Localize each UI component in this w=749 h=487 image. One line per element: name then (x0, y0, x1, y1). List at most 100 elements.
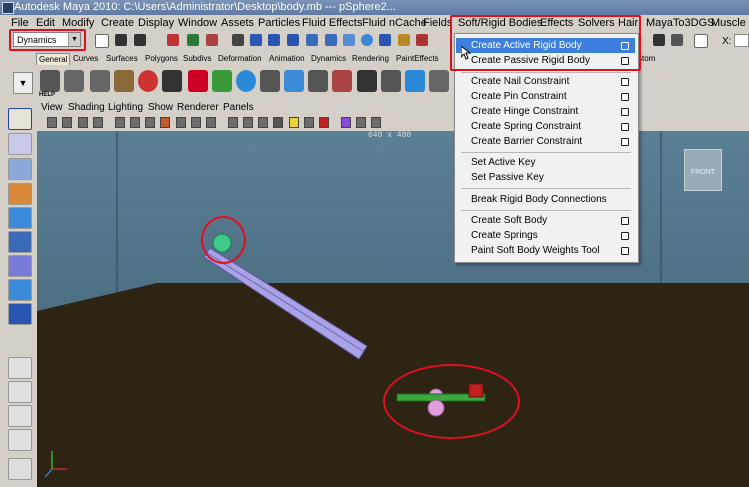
shelf-tab-dynamics[interactable]: Dynamics (309, 53, 348, 64)
lasso-icon[interactable] (8, 133, 32, 155)
shelf-tab-surfaces[interactable]: Surfaces (104, 53, 140, 64)
option-box-icon[interactable] (621, 123, 629, 131)
shelf-tab-rendering[interactable]: Rendering (350, 53, 391, 64)
layout-outliner-icon[interactable] (8, 429, 32, 451)
menu-item-create-pin-constraint[interactable]: Create Pin Constraint (456, 89, 635, 104)
option-box-icon[interactable] (621, 93, 629, 101)
make-live-icon[interactable] (306, 34, 318, 46)
ambient-occlusion-icon[interactable] (356, 117, 366, 128)
menu-item-break-rigid-body-connections[interactable]: Break Rigid Body Connections (456, 192, 635, 207)
render-settings-icon[interactable] (398, 34, 410, 46)
menu-muscle[interactable]: Muscle (711, 17, 746, 29)
shelf-tab-curves[interactable]: Curves (71, 53, 100, 64)
motion-blur-icon[interactable] (371, 117, 381, 128)
particle-tool-icon[interactable] (138, 70, 158, 92)
option-box-icon[interactable] (621, 247, 629, 255)
panel-menu-shading[interactable]: Shading (68, 102, 105, 113)
scale-icon[interactable] (8, 231, 32, 253)
smooth-shade-icon[interactable] (191, 117, 201, 128)
shelf-menu-icon[interactable]: ▼ (13, 72, 33, 94)
field-icon[interactable] (284, 70, 304, 92)
camera-attributes-icon[interactable] (62, 117, 72, 128)
panel-menu-show[interactable]: Show (148, 102, 173, 113)
safe-action-icon[interactable] (160, 117, 170, 128)
paint-select-icon[interactable] (8, 158, 32, 180)
select-tool-icon[interactable] (64, 70, 84, 92)
shadows-icon[interactable] (304, 117, 314, 128)
wireframe-on-shaded-icon[interactable] (206, 117, 216, 128)
layout-two-icon[interactable] (8, 405, 32, 427)
fluid-icon[interactable] (308, 70, 328, 92)
panel-menu-lighting[interactable]: Lighting (108, 102, 143, 113)
menu-create[interactable]: Create (101, 17, 134, 29)
menu-item-set-active-key[interactable]: Set Active Key (456, 155, 635, 170)
menu-mayato3dgs[interactable]: MayaTo3DGS (646, 17, 714, 29)
lasso-tool-icon[interactable] (90, 70, 110, 92)
menu-item-set-passive-key[interactable]: Set Passive Key (456, 170, 635, 185)
rigid-body-icon[interactable] (236, 70, 256, 92)
film-gate-icon[interactable] (130, 117, 140, 128)
panel-menu-renderer[interactable]: Renderer (177, 102, 219, 113)
menu-item-create-soft-body[interactable]: Create Soft Body (456, 213, 635, 228)
shelf-tab-subdivs[interactable]: Subdivs (181, 53, 213, 64)
open-scene-icon[interactable] (115, 34, 127, 46)
shelf-tab-animation[interactable]: Animation (267, 53, 307, 64)
view-cube[interactable]: FRONT (684, 149, 722, 191)
grid-icon[interactable] (115, 117, 125, 128)
menu-item-paint-soft-body-weights-tool[interactable]: Paint Soft Body Weights Tool (456, 243, 635, 258)
render-icon[interactable] (361, 34, 373, 46)
construction-icon[interactable] (343, 34, 355, 46)
image-plane-icon[interactable] (93, 117, 103, 128)
snap-grid-icon[interactable] (232, 34, 244, 46)
textured-icon[interactable] (258, 117, 268, 128)
layout-single-icon[interactable] (8, 357, 32, 379)
use-all-lights-icon[interactable] (273, 117, 283, 128)
menu-item-create-hinge-constraint[interactable]: Create Hinge Constraint (456, 104, 635, 119)
flame-icon[interactable] (8, 458, 32, 480)
shelf-tab-deformation[interactable]: Deformation (216, 53, 264, 64)
panel-menu-panels[interactable]: Panels (223, 102, 254, 113)
hypershade-icon[interactable] (416, 34, 428, 46)
ipr-render-icon[interactable] (379, 34, 391, 46)
script-editor-icon[interactable] (357, 70, 377, 92)
select-arrow-icon[interactable] (8, 108, 32, 130)
shelf-tab-polygons[interactable]: Polygons (143, 53, 180, 64)
menu-edit[interactable]: Edit (36, 17, 55, 29)
isolate-icon[interactable] (319, 117, 329, 128)
move-icon[interactable] (8, 183, 32, 205)
menu-assets[interactable]: Assets (221, 17, 254, 29)
soft-modification-icon[interactable] (8, 279, 32, 301)
select-hierarchy-icon[interactable] (167, 34, 179, 46)
menu-particles[interactable]: Particles (258, 17, 300, 29)
menu-item-create-barrier-constraint[interactable]: Create Barrier Constraint (456, 134, 635, 149)
question-icon[interactable] (40, 70, 60, 92)
hair-icon[interactable] (405, 70, 425, 92)
menu-window[interactable]: Window (178, 17, 217, 29)
x-field-input[interactable] (734, 34, 749, 47)
menu-display[interactable]: Display (138, 17, 174, 29)
camera-icon[interactable] (653, 34, 665, 46)
backface-icon[interactable] (243, 117, 253, 128)
menu-fluid-effects[interactable]: Fluid Effects (302, 17, 362, 29)
option-box-icon[interactable] (621, 138, 629, 146)
soft-body-icon[interactable] (429, 70, 449, 92)
option-box-icon[interactable] (621, 232, 629, 240)
settings-icon[interactable] (671, 34, 683, 46)
curve-tool-icon[interactable] (188, 70, 208, 92)
bookmark-icon[interactable] (78, 117, 88, 128)
menu-item-create-nail-constraint[interactable]: Create Nail Constraint (456, 74, 635, 89)
transform-input-icon[interactable] (694, 34, 708, 48)
select-component-icon[interactable] (206, 34, 218, 46)
select-object-icon[interactable] (187, 34, 199, 46)
save-scene-icon[interactable] (134, 34, 146, 46)
history-icon[interactable] (325, 34, 337, 46)
new-scene-icon[interactable] (95, 34, 109, 48)
snap-plane-icon[interactable] (287, 34, 299, 46)
layout-four-icon[interactable] (8, 381, 32, 403)
menu-item-create-spring-constraint[interactable]: Create Spring Constraint (456, 119, 635, 134)
attribute-icon[interactable] (381, 70, 401, 92)
snap-point-icon[interactable] (268, 34, 280, 46)
menu-file[interactable]: File (11, 17, 29, 29)
goal-icon[interactable] (212, 70, 232, 92)
camera-select-icon[interactable] (47, 117, 57, 128)
